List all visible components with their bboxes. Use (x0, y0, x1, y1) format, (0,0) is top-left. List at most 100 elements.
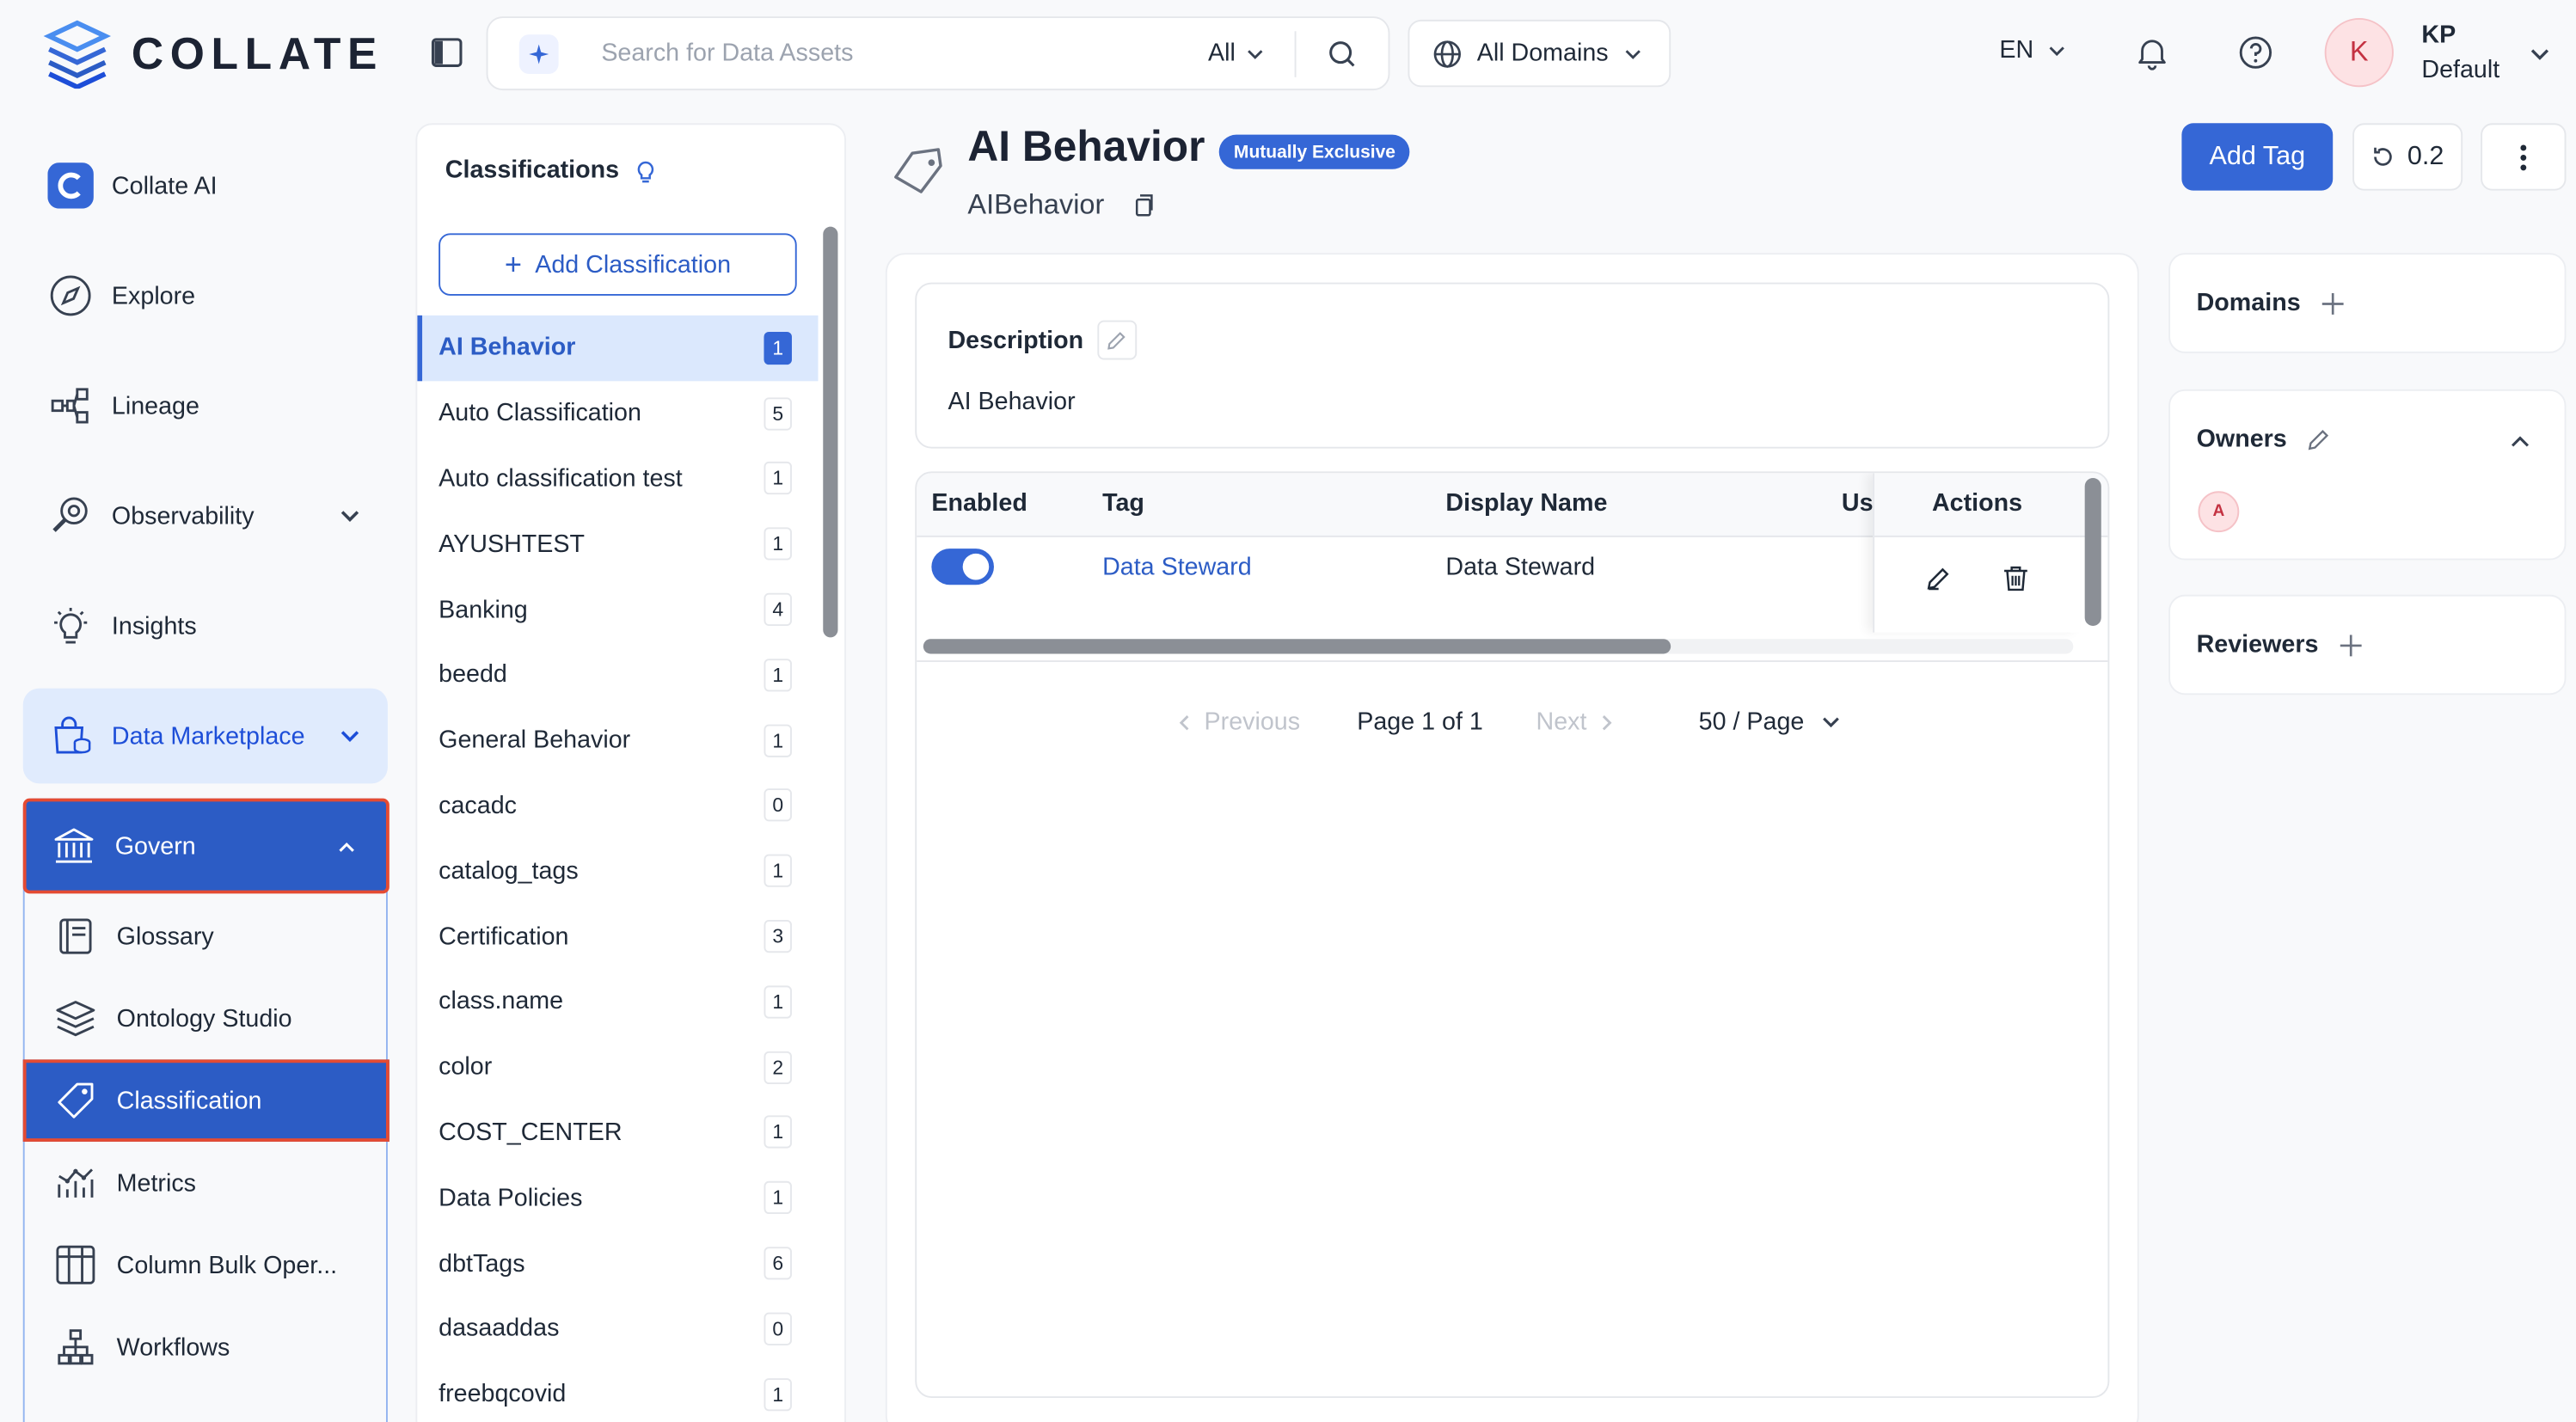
help-icon[interactable] (2237, 34, 2273, 70)
domain-selector[interactable]: All Domains (1408, 19, 1671, 88)
edit-owners-icon[interactable] (2307, 427, 2332, 452)
description-text: AI Behavior (948, 387, 1076, 416)
classification-list-scrollbar[interactable] (823, 226, 838, 638)
nav-item-observability[interactable]: Observability (23, 469, 388, 564)
nav-item-column-bulk-operations[interactable]: Column Bulk Oper... (27, 1223, 388, 1306)
page-size-label: 50 / Page (1698, 708, 1805, 736)
classification-list-item[interactable]: Auto Classification 5 (417, 381, 818, 446)
sidebar-toggle-icon[interactable] (431, 36, 467, 72)
classification-name: COST_CENTER (439, 1119, 623, 1147)
add-reviewer-plus-icon[interactable] (2338, 632, 2364, 659)
search-icon[interactable] (1297, 39, 1389, 68)
classification-tag-count: 0 (764, 789, 792, 823)
classification-name: AYUSHTEST (439, 530, 586, 559)
copy-icon[interactable] (1127, 189, 1160, 222)
table-horizontal-scrollbar[interactable] (923, 639, 2074, 654)
classification-list-item[interactable]: COST_CENTER 1 (417, 1100, 818, 1165)
classification-list-item[interactable]: cacadc 0 (417, 773, 818, 838)
classification-list-item[interactable]: AI Behavior 1 (417, 315, 819, 381)
tag-enabled-toggle[interactable] (931, 549, 994, 585)
version-history-button[interactable]: 0.2 (2352, 123, 2463, 191)
classification-list-item[interactable]: color 2 (417, 1034, 818, 1100)
add-classification-button[interactable]: + Add Classification (439, 233, 797, 296)
classification-list-item[interactable]: Certification 3 (417, 904, 818, 969)
nav-item-explore[interactable]: Explore (23, 248, 388, 344)
nav-item-lineage[interactable]: Lineage (23, 359, 388, 454)
nav-item-glossary[interactable]: Glossary (27, 895, 388, 978)
nav-item-label: Workflows (116, 1333, 230, 1362)
nav-item-ontology-studio[interactable]: Ontology Studio (27, 978, 388, 1060)
owner-avatar[interactable]: A (2198, 491, 2240, 533)
collate-logo[interactable]: COLLATE (43, 20, 383, 89)
plus-icon: + (504, 248, 522, 281)
owners-header: Owners (2197, 426, 2332, 453)
classification-name: Data Policies (439, 1184, 583, 1212)
compass-icon (46, 271, 95, 320)
classification-list-item[interactable]: Banking 4 (417, 577, 818, 642)
user-menu-chevron-icon[interactable] (2529, 43, 2552, 66)
nav-item-collate-ai[interactable]: Collate AI (23, 138, 388, 233)
language-selector[interactable]: EN (1999, 36, 2066, 64)
page-size-selector[interactable]: 50 / Page (1699, 708, 1843, 736)
tags-table: Enabled Tag Display Name Us Data Steward… (915, 471, 2110, 1399)
ai-search-icon[interactable] (518, 34, 559, 74)
global-search[interactable]: Search for Data Assets All (486, 16, 1390, 91)
pagination-page-indicator: Page 1 of 1 (1357, 708, 1483, 736)
user-avatar[interactable]: K (2324, 18, 2394, 88)
horizontal-scrollbar-thumb[interactable] (923, 639, 1671, 654)
classification-list-item[interactable]: catalog_tags 1 (417, 838, 818, 904)
bank-icon (49, 821, 98, 870)
edit-tag-icon[interactable] (1925, 565, 1952, 591)
reviewers-header: Reviewers (2197, 631, 2364, 659)
classification-name: color (439, 1053, 493, 1082)
nav-item-insights[interactable]: Insights (23, 579, 388, 674)
add-domain-plus-icon[interactable] (2321, 290, 2347, 316)
chevron-right-icon (1602, 714, 1612, 730)
domains-label: Domains (2196, 289, 2301, 317)
nav-item-govern[interactable]: Govern (22, 798, 389, 894)
nav-item-workflows[interactable]: Workflows (27, 1306, 388, 1388)
classification-list-item[interactable]: class.name 1 (417, 969, 818, 1034)
classification-list-item[interactable]: dbtTags 6 (417, 1230, 818, 1296)
classification-list-item[interactable]: dasaaddas 0 (417, 1296, 818, 1361)
chevron-up-icon[interactable] (2509, 431, 2532, 454)
classification-list-item[interactable]: Data Policies 1 (417, 1165, 818, 1230)
search-scope-dropdown[interactable]: All (1179, 30, 1297, 77)
classification-list-item[interactable]: AYUSHTEST 1 (417, 512, 818, 577)
classification-list-item[interactable]: Auto classification test 1 (417, 446, 818, 512)
classification-list-item[interactable]: beedd 1 (417, 642, 818, 708)
metrics-chart-icon (52, 1160, 98, 1205)
add-tag-button[interactable]: Add Tag (2181, 123, 2334, 191)
edit-description-icon[interactable] (1096, 320, 1137, 360)
notifications-bell-icon[interactable] (2134, 34, 2170, 70)
more-options-button[interactable] (2481, 123, 2567, 191)
nav-item-data-marketplace[interactable]: Data Marketplace (22, 688, 388, 784)
mutually-exclusive-badge: Mutually Exclusive (1218, 134, 1411, 169)
lightbulb-hint-icon[interactable] (632, 156, 659, 183)
nav-item-classification[interactable]: Classification (22, 1059, 389, 1142)
classifications-title: Classifications (445, 156, 659, 184)
chevron-down-icon (340, 731, 359, 742)
pagination-next-button[interactable]: Next (1536, 708, 1616, 736)
search-input[interactable]: Search for Data Assets (601, 40, 1178, 67)
chevron-down-icon (1625, 49, 1641, 58)
nav-item-metrics[interactable]: Metrics (27, 1142, 388, 1224)
classification-name: Banking (439, 595, 528, 624)
workflow-icon (52, 1324, 98, 1370)
classification-list-item[interactable]: General Behavior 1 (417, 708, 818, 773)
classification-name: freebqcovid (439, 1380, 567, 1408)
actions-column: Actions (1873, 473, 2080, 633)
nav-item-label: Insights (111, 611, 197, 641)
classification-tag-count: 3 (764, 920, 792, 953)
classification-tag-count: 1 (764, 723, 792, 757)
nav-item-label: Govern (114, 831, 196, 861)
chevron-down-icon (2049, 46, 2064, 56)
tag-name-link[interactable]: Data Steward (1102, 554, 1252, 581)
table-vertical-scrollbar[interactable] (2084, 478, 2101, 626)
classification-list-item[interactable]: freebqcovid 1 (417, 1361, 818, 1422)
classification-tag-count: 1 (764, 1116, 792, 1149)
delete-tag-trash-icon[interactable] (2001, 563, 2030, 592)
classification-name: catalog_tags (439, 856, 579, 886)
pagination-previous-button[interactable]: Previous (1175, 708, 1300, 736)
tag-icon (52, 1077, 98, 1123)
